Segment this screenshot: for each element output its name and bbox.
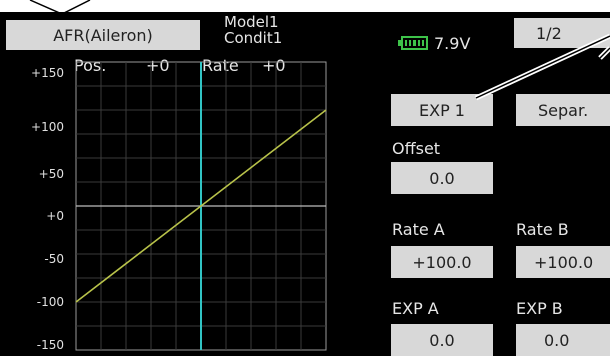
exp-a-label: EXP A [392,299,439,318]
separate-button[interactable]: Separ. [516,94,610,126]
rate-b-value-button[interactable]: +100.0 [516,246,610,278]
transmitter-screen: AFR(Aileron) Model1 Condit1 7.9V 1/2 Pos… [0,12,610,356]
exp-curve-type-button[interactable]: EXP 1 [391,94,493,126]
exp-b-value-button[interactable]: 0.0 [516,324,610,356]
rate-b-label: Rate B [516,220,569,239]
exp-curve-type-label: EXP 1 [419,100,465,120]
offset-value-button[interactable]: 0.0 [391,162,493,194]
rate-a-value-button[interactable]: +100.0 [391,246,493,278]
offset-label: Offset [392,139,441,158]
rate-b-value: +100.0 [534,252,594,272]
exp-b-value: 0.0 [544,330,570,350]
rate-a-value: +100.0 [412,252,472,272]
exp-a-value-button[interactable]: 0.0 [391,324,493,356]
exp-b-label: EXP B [516,299,563,318]
offset-value: 0.0 [429,168,455,188]
rate-a-label: Rate A [392,220,445,239]
exp-a-value: 0.0 [429,330,455,350]
separate-label: Separ. [538,100,589,120]
